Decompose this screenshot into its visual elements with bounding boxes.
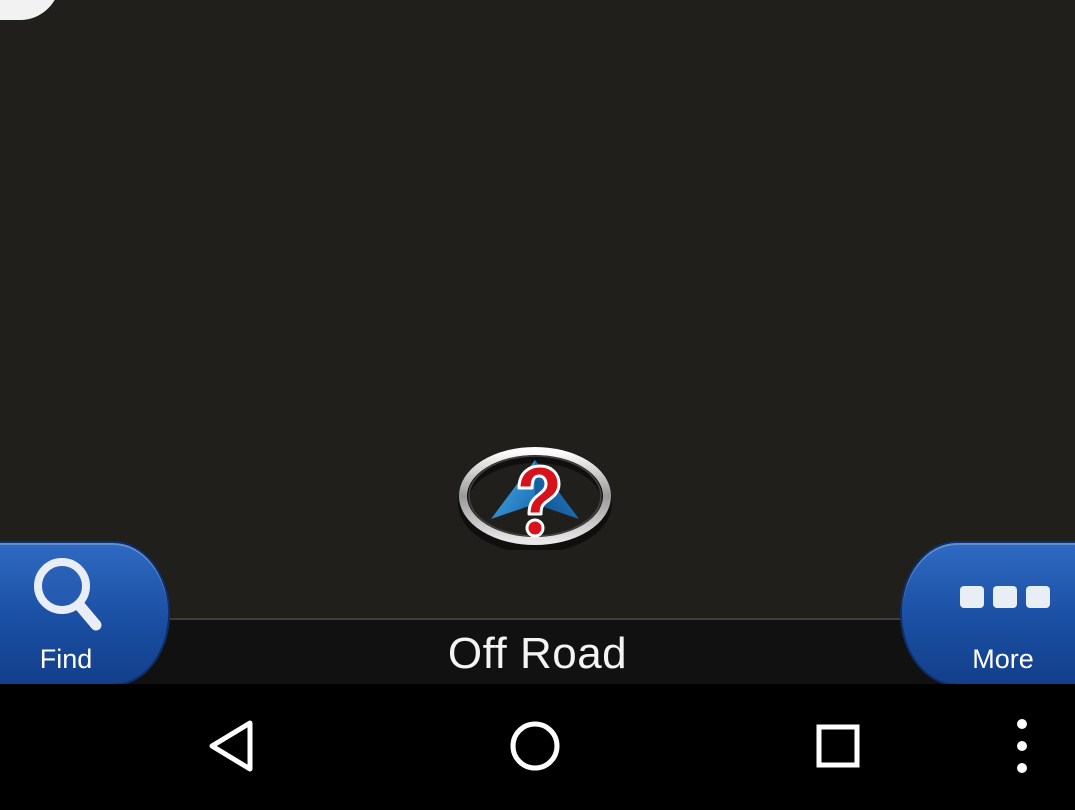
system-navigation-bar: [0, 684, 1075, 810]
more-button[interactable]: More: [902, 543, 1075, 684]
app-screen: Off Road Find More: [0, 0, 1075, 810]
find-button[interactable]: Find: [0, 543, 168, 684]
three-dots-icon: [960, 586, 1050, 608]
overflow-menu-icon[interactable]: [990, 714, 1054, 778]
back-triangle-icon[interactable]: [200, 714, 264, 778]
find-button-label: Find: [39, 644, 93, 674]
position-marker-icon[interactable]: [458, 446, 612, 550]
home-circle-icon[interactable]: [503, 714, 567, 778]
search-icon: [34, 558, 102, 631]
map-corner-tab[interactable]: [0, 0, 60, 20]
more-button-label: More: [972, 644, 1034, 674]
map-view[interactable]: [0, 0, 1075, 620]
recents-square-icon[interactable]: [806, 714, 870, 778]
